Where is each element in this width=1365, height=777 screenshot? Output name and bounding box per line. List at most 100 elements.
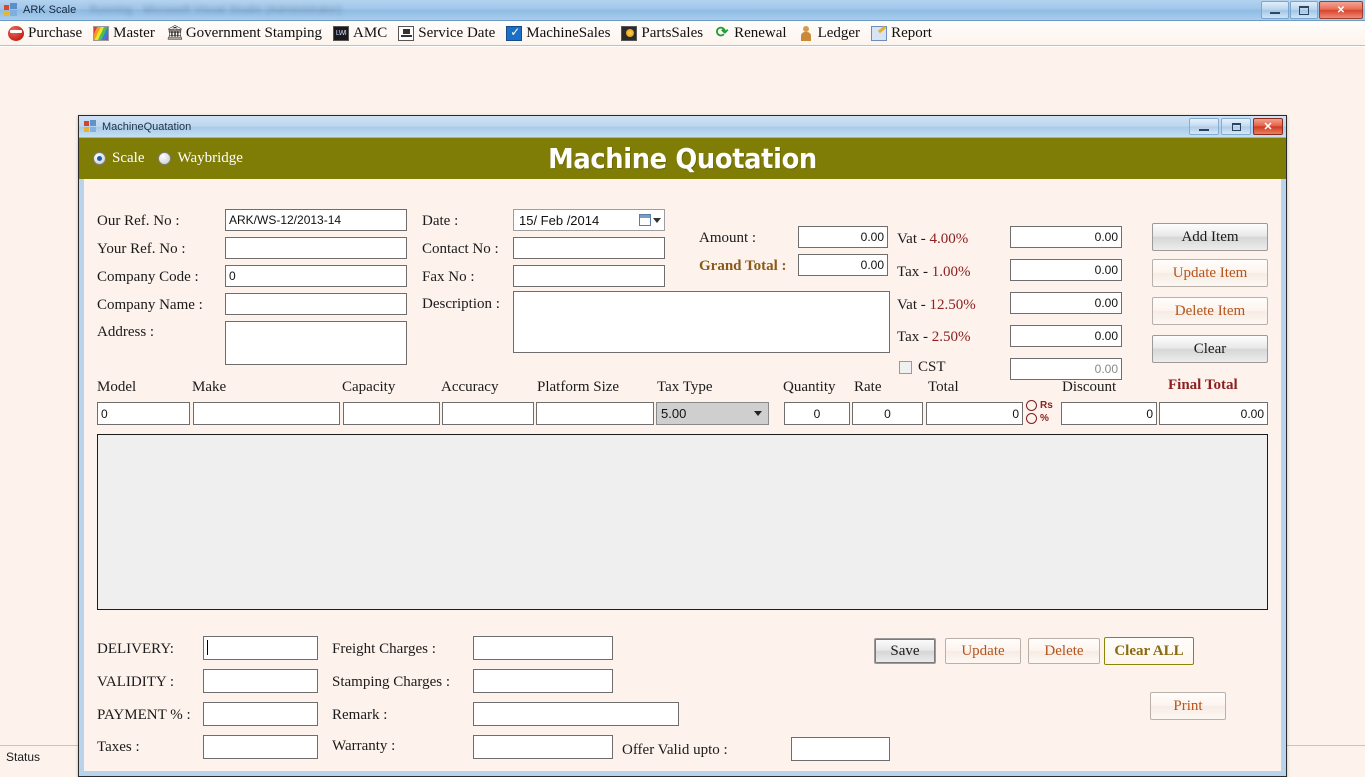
app-title-secondary: - Running - Microsoft Visual Studio (Adm…: [82, 4, 342, 16]
update-button[interactable]: Update: [945, 638, 1021, 664]
radio-label: Waybridge: [177, 150, 242, 167]
total-input[interactable]: [926, 402, 1023, 425]
grand-total-input[interactable]: [798, 254, 888, 276]
col-header-model: Model: [97, 379, 136, 396]
company-name-input[interactable]: [225, 293, 407, 315]
form-header-banner: Scale Waybridge Machine Quotation: [79, 138, 1286, 179]
mdi-client-area: MachineQuatation ✕ Scale Waybridge: [0, 46, 1365, 745]
menu-label: Service Date: [418, 25, 495, 42]
update-item-button[interactable]: Update Item: [1152, 259, 1268, 287]
discount-mode-percent[interactable]: %: [1026, 413, 1053, 424]
mdi-close-button[interactable]: ✕: [1253, 118, 1283, 135]
page-title: Machine Quotation: [127, 142, 1237, 175]
date-picker[interactable]: 15/ Feb /2014: [513, 209, 665, 231]
machine-quotation-window: MachineQuatation ✕ Scale Waybridge: [78, 115, 1287, 777]
vat-125-input[interactable]: [1010, 292, 1122, 314]
col-header-quantity: Quantity: [783, 379, 836, 396]
menu-item-purchase[interactable]: Purchase: [6, 22, 91, 45]
address-input[interactable]: [225, 321, 407, 365]
menu-label: AMC: [353, 25, 387, 42]
label-vat-4: Vat - 4.00%: [897, 231, 968, 248]
parts-sales-icon: [621, 26, 637, 41]
close-button[interactable]: ✕: [1319, 1, 1363, 19]
menu-item-amc[interactable]: LWI AMC: [331, 22, 396, 45]
radio-waybridge[interactable]: Waybridge: [158, 150, 242, 167]
menu-item-master[interactable]: Master: [91, 22, 164, 45]
menu-item-machinesales[interactable]: MachineSales: [504, 22, 619, 45]
payment-input[interactable]: [203, 702, 318, 726]
label-contact-no: Contact No :: [422, 241, 499, 258]
company-code-input[interactable]: [225, 265, 407, 287]
remark-input[interactable]: [473, 702, 679, 726]
freight-charges-input[interactable]: [473, 636, 613, 660]
fax-no-input[interactable]: [513, 265, 665, 287]
tax-type-select[interactable]: 5.00: [656, 402, 769, 425]
model-input[interactable]: [97, 402, 190, 425]
window-titlebar: ARK Scale - Running - Microsoft Visual S…: [0, 0, 1365, 21]
validity-input[interactable]: [203, 669, 318, 693]
report-icon: [871, 26, 887, 41]
label-our-ref-no: Our Ref. No :: [97, 213, 180, 230]
add-item-button[interactable]: Add Item: [1152, 223, 1268, 251]
your-ref-no-input[interactable]: [225, 237, 407, 259]
delivery-input[interactable]: [203, 636, 318, 660]
menu-item-service-date[interactable]: Service Date: [396, 22, 504, 45]
our-ref-no-input[interactable]: [225, 209, 407, 231]
vat-4-input[interactable]: [1010, 226, 1122, 248]
checkbox-icon: [899, 361, 912, 374]
delete-item-button[interactable]: Delete Item: [1152, 297, 1268, 325]
save-button[interactable]: Save: [874, 638, 936, 664]
description-input[interactable]: [513, 291, 890, 353]
restore-button[interactable]: [1290, 1, 1318, 19]
quantity-input[interactable]: [784, 402, 850, 425]
label-company-code: Company Code :: [97, 269, 199, 286]
offer-valid-upto-input[interactable]: [791, 737, 890, 761]
label-your-ref-no: Your Ref. No :: [97, 241, 185, 258]
tax-type-dropdown-button[interactable]: [749, 403, 766, 424]
platform-size-input[interactable]: [536, 402, 654, 425]
discount-input[interactable]: [1061, 402, 1157, 425]
tax-1-input[interactable]: [1010, 259, 1122, 281]
print-button[interactable]: Print: [1150, 692, 1226, 720]
warranty-input[interactable]: [473, 735, 613, 759]
label-vat-125: Vat - 12.50%: [897, 297, 976, 314]
label-amount: Amount :: [699, 230, 756, 247]
rate-input[interactable]: [852, 402, 923, 425]
contact-no-input[interactable]: [513, 237, 665, 259]
radio-scale[interactable]: Scale: [93, 150, 144, 167]
menu-item-renewal[interactable]: ⟳ Renewal: [712, 22, 795, 45]
label-fax-no: Fax No :: [422, 269, 475, 286]
delete-button[interactable]: Delete: [1028, 638, 1100, 664]
service-date-icon: [398, 26, 414, 41]
radio-dot-icon: [93, 152, 106, 165]
menu-label: PartsSales: [641, 25, 703, 42]
discount-mode-label: %: [1040, 413, 1049, 424]
main-menubar: Purchase Master 🏛 Government Stamping LW…: [0, 21, 1365, 46]
mdi-maximize-button[interactable]: [1221, 118, 1251, 135]
final-total-input[interactable]: [1159, 402, 1268, 425]
discount-mode-rs[interactable]: Rs: [1026, 400, 1053, 411]
cst-input[interactable]: [1010, 358, 1122, 380]
capacity-input[interactable]: [343, 402, 440, 425]
amount-input[interactable]: [798, 226, 888, 248]
menu-item-partssales[interactable]: PartsSales: [619, 22, 712, 45]
clear-button[interactable]: Clear: [1152, 335, 1268, 363]
stamping-charges-input[interactable]: [473, 669, 613, 693]
menu-item-report[interactable]: Report: [869, 22, 941, 45]
make-input[interactable]: [193, 402, 340, 425]
mdi-minimize-button[interactable]: [1189, 118, 1219, 135]
col-header-discount: Discount: [1062, 379, 1116, 396]
calendar-dropdown-icon[interactable]: [639, 214, 661, 226]
menu-item-government-stamping[interactable]: 🏛 Government Stamping: [164, 22, 331, 45]
accuracy-input[interactable]: [442, 402, 534, 425]
taxes-input[interactable]: [203, 735, 318, 759]
menu-label: MachineSales: [526, 25, 610, 42]
col-header-capacity: Capacity: [342, 379, 395, 396]
clear-all-button[interactable]: Clear ALL: [1104, 637, 1194, 665]
tax-25-input[interactable]: [1010, 325, 1122, 347]
menu-item-ledger[interactable]: Ledger: [796, 22, 869, 45]
cst-checkbox[interactable]: CST: [899, 359, 946, 376]
items-datagrid[interactable]: [97, 434, 1268, 610]
minimize-button[interactable]: [1261, 1, 1289, 19]
label-grand-total: Grand Total :: [699, 258, 787, 275]
